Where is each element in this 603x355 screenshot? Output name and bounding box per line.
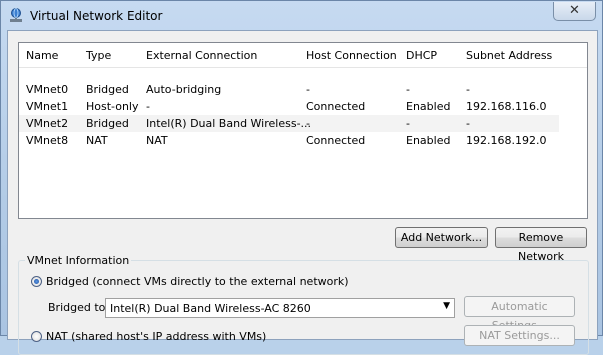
dropdown-arrow-icon: ▼	[443, 301, 450, 311]
automatic-settings-button[interactable]: Automatic Settings...	[464, 296, 575, 332]
column-header-host-connection[interactable]: Host Connection	[306, 49, 397, 62]
close-button[interactable]: ✕	[553, 2, 596, 21]
dialog-client-area: Name Type External Connection Host Conne…	[7, 30, 598, 355]
nat-radio[interactable]	[31, 331, 42, 342]
bridged-to-select[interactable]: Intel(R) Dual Band Wireless-AC 8260 ▼	[105, 298, 455, 318]
cell-type: Host-only	[86, 100, 139, 113]
table-row[interactable]: VMnet0 Bridged Auto-bridging - - -	[19, 81, 559, 98]
close-icon: ✕	[569, 3, 580, 18]
cell-host-connection: Connected	[306, 100, 366, 113]
cell-dhcp: -	[406, 83, 410, 96]
cell-external-connection: NAT	[146, 134, 168, 147]
bridged-to-value: Intel(R) Dual Band Wireless-AC 8260	[110, 302, 311, 315]
bridged-radio[interactable]	[31, 276, 42, 287]
cell-type: Bridged	[86, 117, 129, 130]
column-header-type[interactable]: Type	[86, 49, 111, 62]
cell-dhcp: Enabled	[406, 134, 451, 147]
table-row[interactable]: VMnet2 Bridged Intel(R) Dual Band Wirele…	[19, 115, 559, 132]
virtual-network-editor-window: Virtual Network Editor ✕ Name Type Exter…	[0, 0, 603, 355]
cell-name: VMnet8	[26, 134, 69, 147]
cell-type: Bridged	[86, 83, 129, 96]
table-row[interactable]: VMnet8 NAT NAT Connected Enabled 192.168…	[19, 132, 559, 149]
cell-external-connection: Intel(R) Dual Band Wireless-...	[146, 117, 312, 130]
cell-host-connection: -	[306, 117, 310, 130]
cell-subnet-address: 192.168.116.0	[466, 100, 547, 113]
network-app-icon	[10, 8, 22, 22]
cell-subnet-address: -	[466, 83, 470, 96]
cell-host-connection: Connected	[306, 134, 366, 147]
cell-dhcp: Enabled	[406, 100, 451, 113]
radio-selected-dot	[34, 279, 39, 284]
cell-type: NAT	[86, 134, 108, 147]
title-bar[interactable]: Virtual Network Editor ✕	[1, 1, 603, 31]
bridged-option-label[interactable]: Bridged (connect VMs directly to the ext…	[46, 275, 349, 288]
cell-external-connection: -	[146, 100, 150, 113]
remove-network-button[interactable]: Remove Network	[495, 227, 587, 263]
nat-option-label[interactable]: NAT (shared host's IP address with VMs)	[46, 330, 266, 343]
column-header-dhcp[interactable]: DHCP	[406, 49, 437, 62]
cell-external-connection: Auto-bridging	[146, 83, 222, 96]
list-header: Name Type External Connection Host Conne…	[19, 43, 587, 68]
cell-subnet-address: 192.168.192.0	[466, 134, 547, 147]
cell-dhcp: -	[406, 117, 410, 130]
cell-subnet-address: -	[466, 117, 470, 130]
vmnet-information-label: VMnet Information	[25, 254, 132, 267]
cell-name: VMnet0	[26, 83, 69, 96]
column-header-external-connection[interactable]: External Connection	[146, 49, 257, 62]
table-row[interactable]: VMnet1 Host-only - Connected Enabled 192…	[19, 98, 559, 115]
column-header-subnet-address[interactable]: Subnet Address	[466, 49, 552, 62]
cell-name: VMnet2	[26, 117, 69, 130]
add-network-button[interactable]: Add Network...	[395, 227, 488, 248]
network-list[interactable]: Name Type External Connection Host Conne…	[18, 42, 588, 219]
bridged-to-label: Bridged to:	[48, 301, 110, 314]
cell-name: VMnet1	[26, 100, 69, 113]
cell-host-connection: -	[306, 83, 310, 96]
column-header-name[interactable]: Name	[26, 49, 58, 62]
window-title: Virtual Network Editor	[30, 9, 163, 23]
